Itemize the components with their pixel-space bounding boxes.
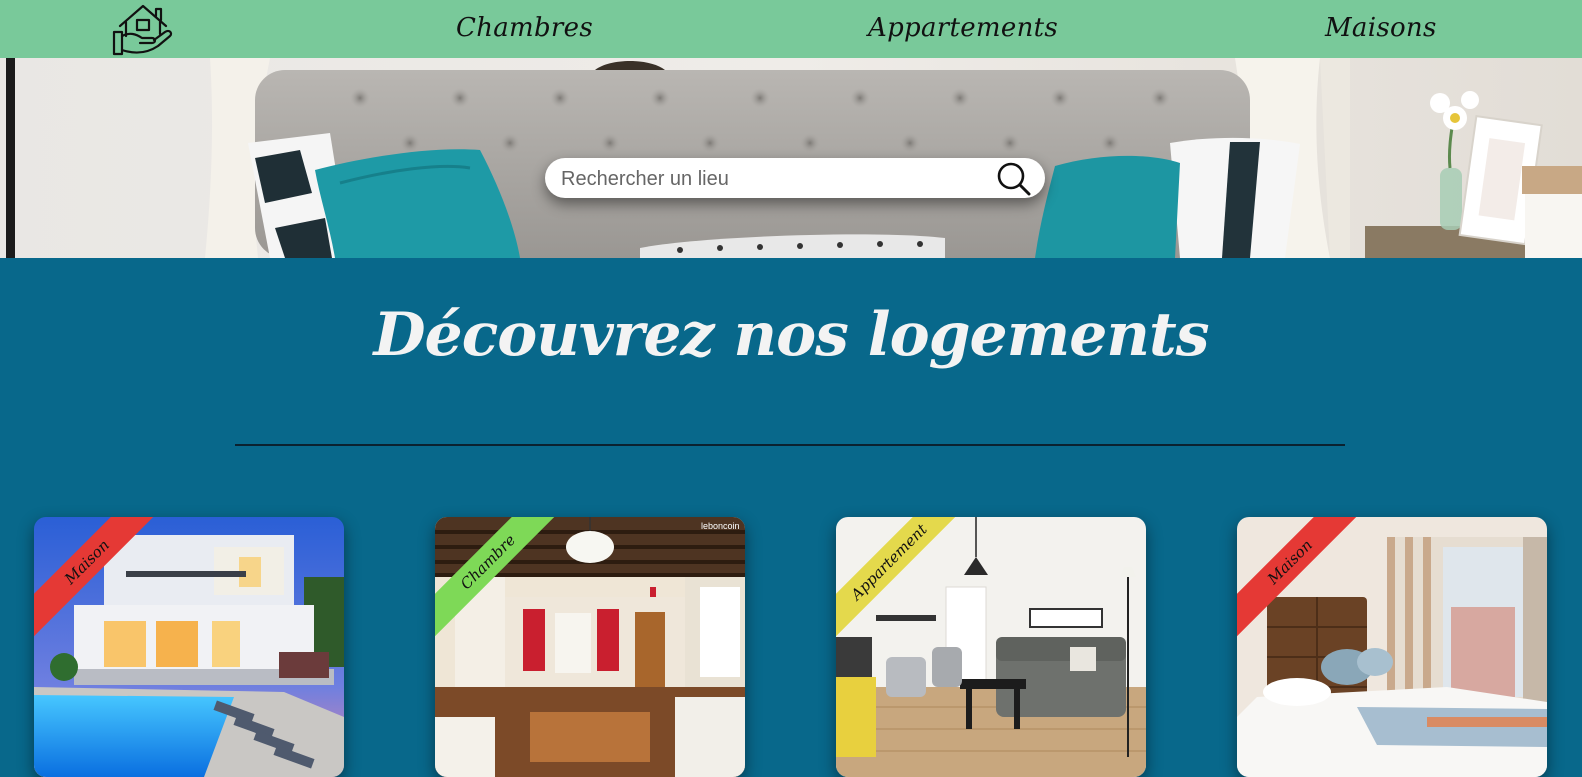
section-divider [235,444,1345,446]
nav-link-maisons[interactable]: Maisons [1325,8,1437,48]
watermark-text: leboncoin [701,521,740,531]
nav-link-appartements[interactable]: Appartements [868,8,1058,48]
ribbon: Maison [34,517,164,647]
search-bar [545,158,1045,200]
listing-card-3[interactable]: Appartement [836,517,1146,777]
ribbon: Chambre [435,517,565,647]
listing-card-2[interactable]: leboncoin Chambre [435,517,745,777]
listing-card-1[interactable]: Maison [34,517,344,777]
listing-card-4[interactable]: Maison [1237,517,1547,777]
section-title: Découvrez nos logements [373,300,1209,370]
search-icon[interactable] [997,162,1031,196]
category-ribbon: Maison [34,517,164,647]
nav-link-chambres[interactable]: Chambres [456,8,593,48]
ribbon: Maison [1237,517,1367,647]
ribbon: Appartement [836,517,966,647]
category-ribbon: Maison [1237,517,1367,647]
top-nav: Chambres Appartements Maisons [0,0,1582,58]
home-logo-icon[interactable] [112,2,174,56]
category-ribbon: Chambre [435,517,565,647]
category-ribbon: Appartement [836,517,966,647]
search-input[interactable] [559,158,983,200]
hero-banner [0,58,1582,258]
